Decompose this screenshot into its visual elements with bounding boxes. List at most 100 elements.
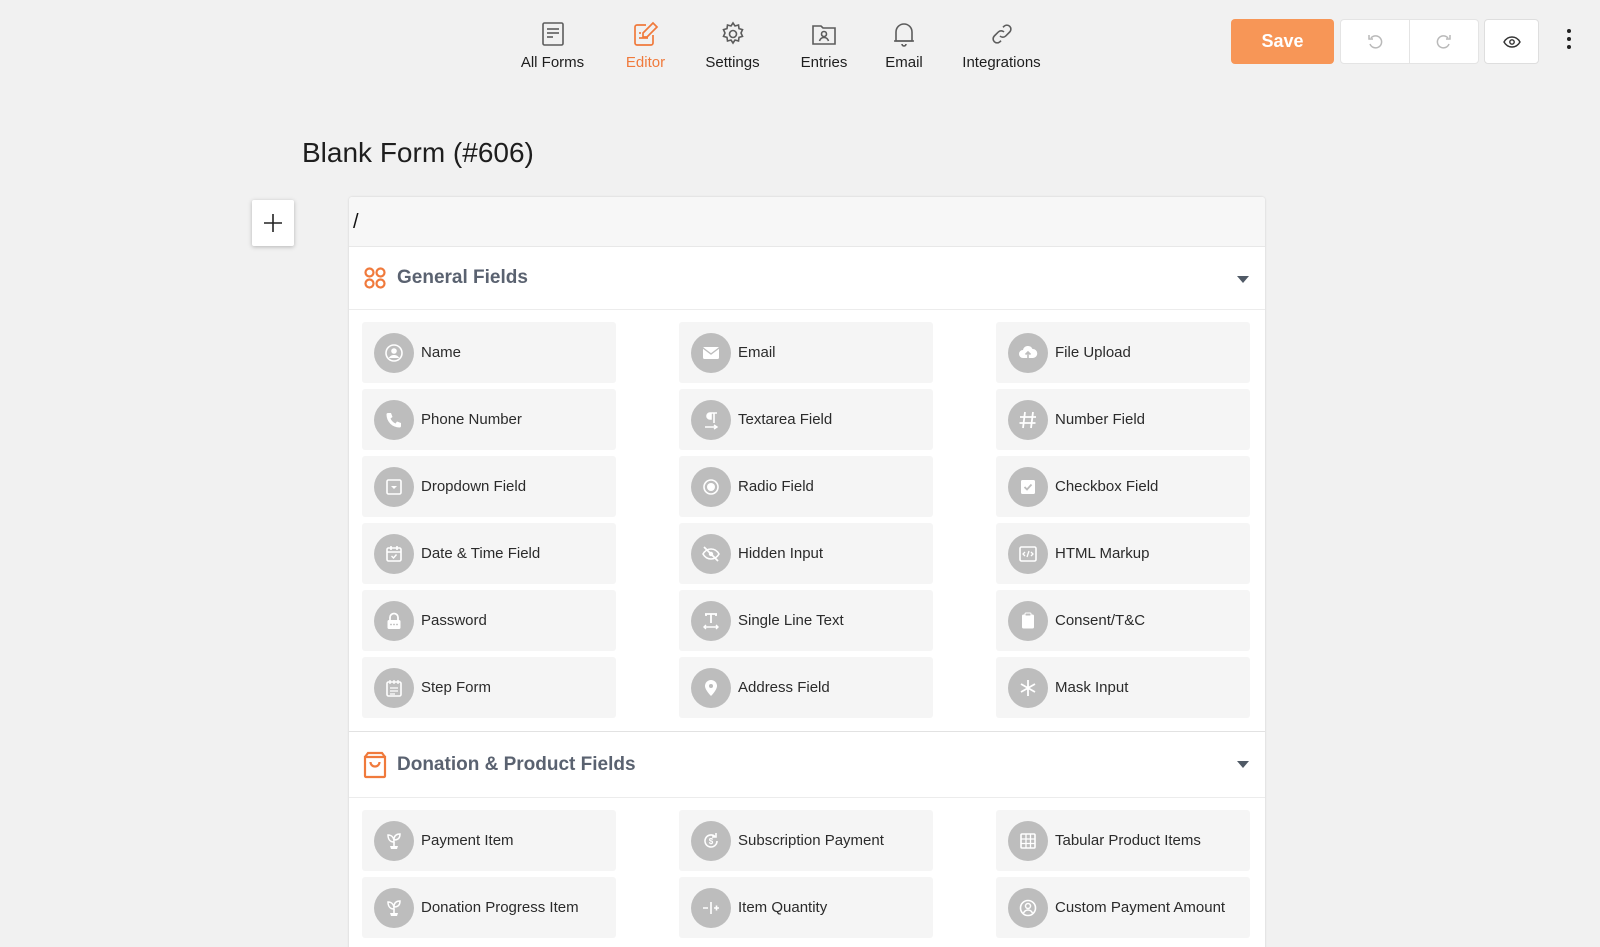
lock-icon <box>374 600 414 641</box>
preview-button[interactable] <box>1484 19 1539 64</box>
field-custom-payment-amount-button[interactable]: Custom Payment Amount <box>996 877 1250 938</box>
bag-icon <box>362 751 388 778</box>
field-donation-progress-item-button[interactable]: Donation Progress Item <box>362 877 616 938</box>
field-date-time-field-button[interactable]: Date & Time Field <box>362 523 616 584</box>
field-address-field-button[interactable]: Address Field <box>679 657 933 718</box>
top-navigation: All Forms Editor Settings Entries Email <box>0 0 1600 90</box>
add-field-button[interactable] <box>252 200 294 246</box>
field-hidden-input-button[interactable]: Hidden Input <box>679 523 933 584</box>
field-file-upload-button[interactable]: File Upload <box>996 322 1250 383</box>
field-password-button[interactable]: Password <box>362 590 616 651</box>
field-label: Password <box>421 612 487 629</box>
chevron-down-icon <box>1237 761 1249 768</box>
section-title: General Fields <box>397 267 528 288</box>
field-label: Name <box>421 344 462 361</box>
section-general-fields[interactable]: General Fields <box>349 247 1265 310</box>
table-icon <box>1008 820 1048 861</box>
field-label: Number Field <box>1055 411 1146 428</box>
field-label: Subscription Payment <box>738 832 884 849</box>
plant-icon <box>374 887 414 928</box>
dot-icon <box>1567 29 1571 33</box>
field-label: Checkbox Field <box>1055 478 1159 495</box>
field-label: Step Form <box>421 679 492 696</box>
field-label: Email <box>738 344 776 361</box>
field-label: Radio Field <box>738 478 814 495</box>
field-label: Hidden Input <box>738 545 824 562</box>
user-circle-icon <box>1008 887 1048 928</box>
redo-icon <box>1436 34 1451 49</box>
code-icon <box>1008 533 1048 574</box>
dot-icon <box>1567 37 1571 41</box>
field-item-quantity-button[interactable]: Item Quantity <box>679 877 933 938</box>
search-input[interactable] <box>349 197 1265 247</box>
eye-icon <box>1502 35 1521 48</box>
phone-icon <box>374 399 414 440</box>
field-radio-field-button[interactable]: Radio Field <box>679 456 933 517</box>
dot-icon <box>1567 45 1571 49</box>
field-textarea-field-button[interactable]: Textarea Field <box>679 389 933 450</box>
link-icon <box>988 20 1016 48</box>
undo-icon <box>1368 34 1383 49</box>
save-button[interactable]: Save <box>1231 19 1334 64</box>
hash-icon <box>1008 399 1048 440</box>
editor-icon <box>632 20 660 48</box>
plant-icon <box>374 820 414 861</box>
nav-email[interactable]: Email <box>879 20 929 71</box>
plus-icon <box>264 214 282 232</box>
nav-all-forms[interactable]: All Forms <box>510 20 595 71</box>
field-subscription-payment-button[interactable]: $ Subscription Payment <box>679 810 933 871</box>
nav-tabs: All Forms Editor Settings Entries Email <box>510 20 1074 71</box>
page-title: Blank Form (#606) <box>302 137 534 168</box>
cloud-upload-icon <box>1008 332 1048 373</box>
history-controls <box>1340 19 1479 64</box>
entries-icon <box>810 20 838 48</box>
map-pin-icon <box>691 667 731 708</box>
field-number-field-button[interactable]: Number Field <box>996 389 1250 450</box>
field-html-markup-button[interactable]: HTML Markup <box>996 523 1250 584</box>
field-name-button[interactable]: Name <box>362 322 616 383</box>
chevron-down-icon <box>1237 276 1249 283</box>
search-row <box>349 197 1265 247</box>
nav-label: Integrations <box>962 54 1041 71</box>
field-label: Single Line Text <box>738 612 844 629</box>
nav-entries[interactable]: Entries <box>769 20 879 71</box>
field-single-line-text-button[interactable]: Single Line Text <box>679 590 933 651</box>
nav-editor[interactable]: Editor <box>595 20 696 71</box>
section-donation-product-fields[interactable]: Donation & Product Fields <box>349 732 1265 798</box>
field-dropdown-field-button[interactable]: Dropdown Field <box>362 456 616 517</box>
field-tabular-product-items-button[interactable]: Tabular Product Items <box>996 810 1250 871</box>
checkbox-icon <box>1008 466 1048 507</box>
field-payment-item-button[interactable]: Payment Item <box>362 810 616 871</box>
grid-icon <box>362 265 388 291</box>
field-label: Mask Input <box>1055 679 1129 696</box>
field-label: HTML Markup <box>1055 545 1150 562</box>
svg-text:$: $ <box>709 837 714 846</box>
donation-fields-grid: Payment Item $ Subscription Payment Tabular… <box>349 798 1265 947</box>
field-label: Address Field <box>738 679 830 696</box>
nav-label: Entries <box>800 54 848 71</box>
field-step-form-button[interactable]: Step Form <box>362 657 616 718</box>
field-label: Phone Number <box>421 411 522 428</box>
field-label: Donation Progress Item <box>421 899 579 916</box>
field-label: Consent/T&C <box>1055 612 1146 629</box>
forms-icon <box>539 20 567 48</box>
field-phone-number-button[interactable]: Phone Number <box>362 389 616 450</box>
field-consent-t-c-button[interactable]: Consent/T&C <box>996 590 1250 651</box>
more-options-button[interactable] <box>1562 24 1576 54</box>
nav-integrations[interactable]: Integrations <box>929 20 1074 71</box>
field-mask-input-button[interactable]: Mask Input <box>996 657 1250 718</box>
field-email-button[interactable]: Email <box>679 322 933 383</box>
undo-button[interactable] <box>1341 20 1409 63</box>
nav-label: All Forms <box>520 54 585 71</box>
user-icon <box>374 332 414 373</box>
paragraph-icon <box>691 399 731 440</box>
dropdown-icon <box>374 466 414 507</box>
eye-off-icon <box>691 533 731 574</box>
field-label: File Upload <box>1055 344 1131 361</box>
redo-button[interactable] <box>1409 20 1478 63</box>
nav-label: Editor <box>625 54 666 71</box>
nav-settings[interactable]: Settings <box>696 20 769 71</box>
field-checkbox-field-button[interactable]: Checkbox Field <box>996 456 1250 517</box>
clipboard-icon <box>1008 600 1048 641</box>
field-label: Item Quantity <box>738 899 828 916</box>
